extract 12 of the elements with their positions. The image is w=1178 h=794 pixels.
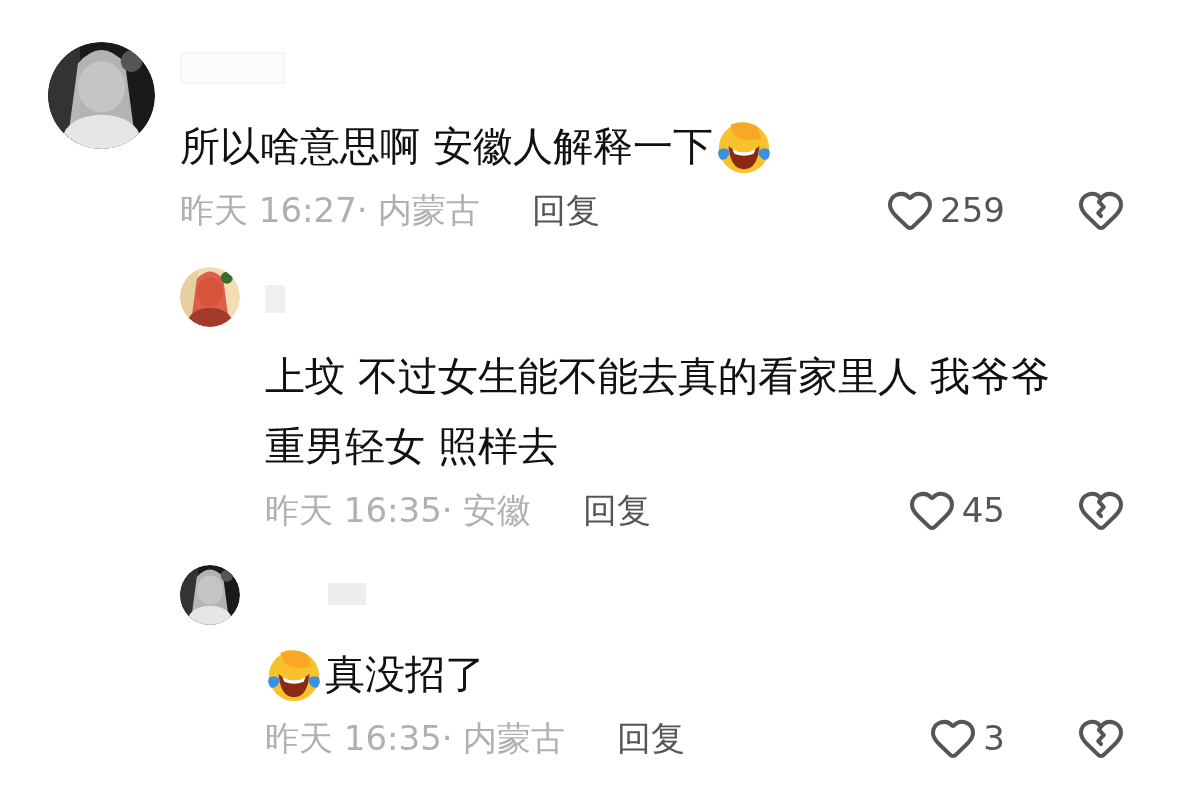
comment-meta: 昨天 16:35· 内蒙古: [265, 717, 566, 760]
like-button[interactable]: 259: [886, 185, 1005, 235]
comment-text: 所以啥意思啊 安徽人解释一下: [180, 122, 713, 171]
comment-text: 真没招了: [325, 650, 485, 699]
comment-meta: 昨天 16:35· 安徽: [265, 489, 532, 532]
reply-button[interactable]: 回复: [617, 713, 686, 763]
like-button[interactable]: 45: [907, 485, 1005, 535]
reply-button[interactable]: 回复: [583, 485, 652, 535]
reply-button[interactable]: 回复: [532, 185, 601, 235]
comment-meta: 昨天 16:27· 内蒙古: [180, 189, 481, 232]
comment-text: 上坟 不过女生能不能去真的看家里人 我爷爷重男轻女 照样去: [265, 352, 1052, 471]
like-button[interactable]: 3: [929, 713, 1005, 763]
